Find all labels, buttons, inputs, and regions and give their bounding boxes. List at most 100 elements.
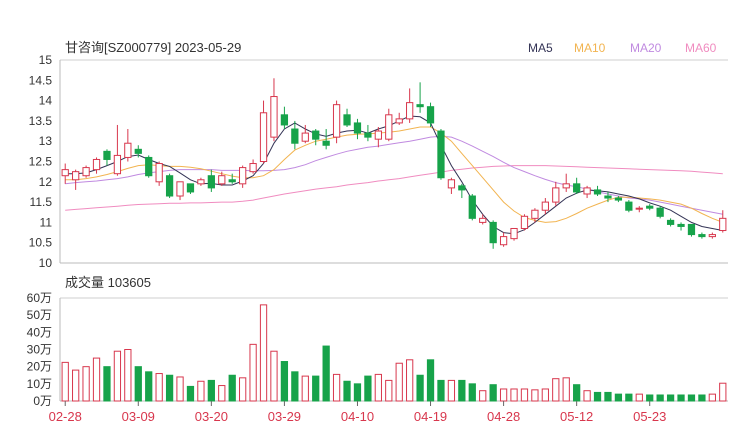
volume-bar-down xyxy=(687,394,696,402)
volume-bar-down xyxy=(437,379,445,402)
date-tick-label: 04-19 xyxy=(414,409,447,424)
candle-up xyxy=(270,96,278,138)
candle-down xyxy=(698,234,706,238)
date-tick-label: 04-10 xyxy=(341,409,374,424)
candle-down xyxy=(687,223,696,236)
volume-bar-up xyxy=(510,388,518,402)
date-tick-label: 05-12 xyxy=(560,409,593,424)
candle-down xyxy=(614,197,623,201)
volume-bar-up xyxy=(562,377,570,402)
volume-bar-up xyxy=(708,393,716,402)
volume-bar-down xyxy=(593,391,602,402)
volume-bar-up xyxy=(374,373,382,402)
candlestick-volume-chart: 甘咨询[SZ000779] 2023-05-29 MA5 MA10 MA20 MA60 1… xyxy=(27,40,728,424)
volume-bar-down xyxy=(646,394,654,402)
candle-down xyxy=(228,179,236,183)
volume-bar-up xyxy=(176,376,184,402)
candle-down xyxy=(656,207,664,217)
candle-up xyxy=(92,158,101,171)
volume-bar-up xyxy=(197,380,205,402)
candle-down xyxy=(646,205,654,209)
legend-ma60: MA60 xyxy=(685,41,717,55)
volume-bar-down xyxy=(573,384,581,402)
volume-bar-up xyxy=(249,343,257,402)
volume-bar-down xyxy=(322,345,330,402)
candle-up xyxy=(583,187,591,195)
volume-bar-down xyxy=(291,371,299,402)
candle-down xyxy=(353,122,362,134)
candle-down xyxy=(165,175,174,197)
candle-up xyxy=(374,130,382,140)
volume-bar-up xyxy=(113,350,122,402)
volume-bar-down xyxy=(145,371,153,402)
candle-down xyxy=(312,130,320,140)
candle-down xyxy=(291,128,299,144)
volume-bar-up xyxy=(395,362,403,402)
volume-bar-up xyxy=(92,357,101,402)
volume-bar-up xyxy=(72,369,80,402)
volume-bar-down xyxy=(207,379,215,402)
price-tick-label: 13.5 xyxy=(29,114,53,128)
volume-bar-down xyxy=(604,391,612,402)
volume-bar-up xyxy=(552,378,560,402)
volume-bar-up xyxy=(259,304,268,402)
volume-bar-down xyxy=(458,379,466,402)
volume-bar-up xyxy=(583,390,591,402)
candle-down xyxy=(103,150,111,160)
candle-up xyxy=(113,154,122,175)
volume-bar-up xyxy=(332,373,341,402)
volume-bar-down xyxy=(343,380,351,402)
candle-up xyxy=(719,217,727,232)
date-tick-label: 03-09 xyxy=(122,409,155,424)
candle-up xyxy=(239,167,247,185)
volume-tick-label: 50万 xyxy=(27,308,52,322)
candle-down xyxy=(593,189,602,195)
volume-bar-up xyxy=(541,388,549,402)
candle-up xyxy=(499,236,508,246)
volume-bar-down xyxy=(165,374,174,402)
candle-up xyxy=(72,171,80,181)
candle-down xyxy=(364,132,372,138)
volume-bar-down xyxy=(625,393,633,402)
price-tick-label: 11 xyxy=(40,215,53,229)
candle-down xyxy=(134,148,142,154)
volume-bar-up xyxy=(520,388,529,402)
candle-up xyxy=(562,183,570,189)
candle-up xyxy=(218,175,226,185)
candle-up xyxy=(155,163,163,183)
candle-up xyxy=(385,114,393,140)
volume-bar-down xyxy=(312,375,320,402)
chart-title: 甘咨询[SZ000779] 2023-05-29 xyxy=(65,40,241,55)
volume-tick-label: 60万 xyxy=(27,291,52,305)
candle-up xyxy=(447,179,456,189)
candle-up xyxy=(395,118,403,124)
price-tick-label: 12 xyxy=(39,175,53,189)
volume-bar-up xyxy=(155,373,163,402)
volume-bar-down xyxy=(103,366,111,402)
candle-down xyxy=(343,114,351,126)
candle-up xyxy=(197,179,205,185)
volume-bar-down xyxy=(426,359,435,402)
candle-up xyxy=(406,102,414,120)
volume-bar-up xyxy=(635,393,643,402)
volume-bar-down xyxy=(186,385,195,402)
volume-bar-down xyxy=(677,394,685,402)
volume-bar-up xyxy=(124,349,132,402)
volume-bar-down xyxy=(489,384,497,402)
volume-tick-label: 10万 xyxy=(27,377,52,391)
price-tick-label: 10.5 xyxy=(29,236,53,250)
volume-bar-up xyxy=(82,366,90,402)
volume-tick-label: 20万 xyxy=(27,360,52,374)
volume-bar-up xyxy=(531,389,539,402)
volume-bar-up xyxy=(385,379,393,402)
volume-bar-up xyxy=(270,350,278,402)
volume-bar-up xyxy=(499,388,508,402)
candle-up xyxy=(176,181,184,197)
candle-down xyxy=(280,114,289,126)
price-tick-label: 14.5 xyxy=(29,73,53,87)
date-tick-label: 05-23 xyxy=(633,409,666,424)
volume-tick-label: 30万 xyxy=(27,343,52,357)
candle-down xyxy=(666,219,675,225)
legend-ma20: MA20 xyxy=(630,41,662,55)
price-tick-label: 11.5 xyxy=(30,195,53,209)
